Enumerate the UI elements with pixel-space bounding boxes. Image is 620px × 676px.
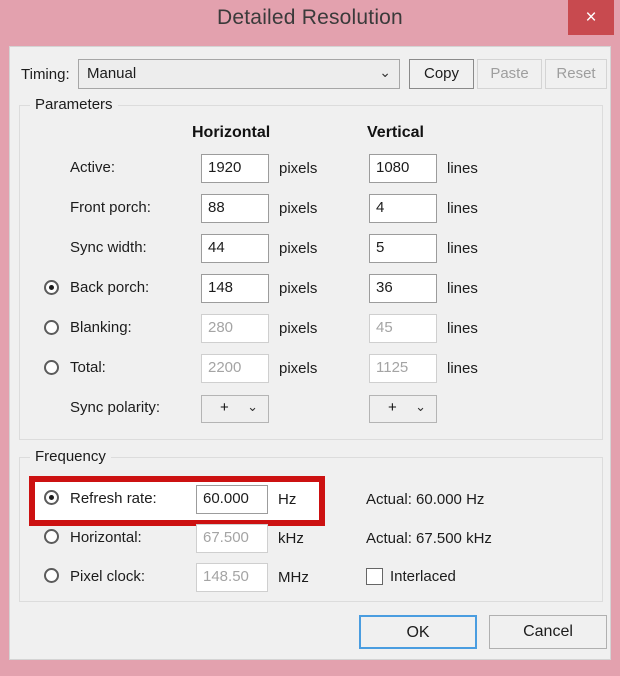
- dialog-body: Timing: Manual ⌄ Copy Paste Reset Parame…: [9, 46, 611, 660]
- chevron-down-icon: ⌄: [415, 399, 426, 414]
- parameter-row-sync-width: Sync width: 44 pixels 5 lines: [20, 231, 604, 271]
- frequency-group: Frequency Refresh rate: 60.000 Hz Actual…: [19, 448, 604, 602]
- horizontal-frequency-actual: Actual: 67.500 kHz: [366, 530, 492, 547]
- parameter-row-back-porch: Back porch: 148 pixels 36 lines: [20, 271, 604, 311]
- radio-pixel-clock[interactable]: [44, 568, 59, 583]
- parameter-row-front-porch: Front porch: 88 pixels 4 lines: [20, 191, 604, 231]
- copy-button[interactable]: Copy: [409, 59, 474, 89]
- frequency-legend: Frequency: [30, 448, 111, 465]
- row-label: Back porch:: [70, 279, 150, 296]
- pixel-clock-unit: MHz: [278, 569, 309, 586]
- unit-vertical: lines: [447, 360, 478, 377]
- chevron-down-icon: ⌄: [247, 399, 258, 414]
- unit-vertical: lines: [447, 200, 478, 217]
- refresh-rate-input[interactable]: 60.000: [196, 485, 268, 514]
- total-horizontal-input[interactable]: 2200: [201, 354, 269, 383]
- horizontal-frequency-unit: kHz: [278, 530, 304, 547]
- horizontal-frequency-input[interactable]: 67.500: [196, 524, 268, 553]
- active-vertical-input[interactable]: 1080: [369, 154, 437, 183]
- unit-vertical: lines: [447, 160, 478, 177]
- blanking-vertical-input[interactable]: 45: [369, 314, 437, 343]
- row-label: Total:: [70, 359, 106, 376]
- back-porch-vertical-input[interactable]: 36: [369, 274, 437, 303]
- back-porch-horizontal-input[interactable]: 148: [201, 274, 269, 303]
- parameter-row-total: Total: 2200 pixels 1125 lines: [20, 351, 604, 391]
- interlaced-checkbox[interactable]: [366, 568, 383, 585]
- row-label: Blanking:: [70, 319, 132, 336]
- radio-horizontal-frequency[interactable]: [44, 529, 59, 544]
- ok-button[interactable]: OK: [359, 615, 477, 649]
- row-label: Sync width:: [70, 239, 147, 256]
- column-header-vertical: Vertical: [367, 124, 424, 141]
- unit-horizontal: pixels: [279, 240, 318, 257]
- unit-horizontal: pixels: [279, 160, 318, 177]
- titlebar: Detailed Resolution ×: [0, 0, 620, 46]
- unit-horizontal: pixels: [279, 320, 318, 337]
- row-label: Active:: [70, 159, 116, 176]
- parameter-row-sync-polarity: Sync polarity: + ⌄ + ⌄: [20, 391, 604, 431]
- row-label: Front porch:: [70, 199, 151, 216]
- interlaced-label[interactable]: Interlaced: [390, 568, 456, 585]
- refresh-rate-unit: Hz: [278, 491, 297, 508]
- active-horizontal-input[interactable]: 1920: [201, 154, 269, 183]
- parameters-group: Parameters Horizontal Vertical Active: 1…: [19, 96, 604, 440]
- unit-horizontal: pixels: [279, 200, 318, 217]
- sync-polarity-horizontal-value: +: [220, 399, 229, 416]
- parameters-legend: Parameters: [30, 96, 118, 113]
- radio-refresh-rate[interactable]: [44, 490, 59, 505]
- sync-polarity-horizontal-dropdown[interactable]: + ⌄: [201, 395, 269, 423]
- parameter-row-active: Active: 1920 pixels 1080 lines: [20, 151, 604, 191]
- refresh-rate-actual: Actual: 60.000 Hz: [366, 491, 485, 508]
- radio-back-porch[interactable]: [44, 280, 59, 295]
- timing-dropdown[interactable]: Manual ⌄: [78, 59, 400, 89]
- front-porch-horizontal-input[interactable]: 88: [201, 194, 269, 223]
- total-vertical-input[interactable]: 1125: [369, 354, 437, 383]
- blanking-horizontal-input[interactable]: 280: [201, 314, 269, 343]
- reset-button[interactable]: Reset: [545, 59, 607, 89]
- frequency-row-pixel-clock: Pixel clock: 148.50 MHz Interlaced: [20, 559, 604, 599]
- timing-label: Timing:: [21, 66, 70, 83]
- front-porch-vertical-input[interactable]: 4: [369, 194, 437, 223]
- cancel-button[interactable]: Cancel: [489, 615, 607, 649]
- chevron-down-icon: ⌄: [379, 64, 391, 80]
- frequency-row-horizontal: Horizontal: 67.500 kHz Actual: 67.500 kH…: [20, 520, 604, 560]
- unit-vertical: lines: [447, 280, 478, 297]
- unit-vertical: lines: [447, 320, 478, 337]
- unit-horizontal: pixels: [279, 360, 318, 377]
- paste-button[interactable]: Paste: [477, 59, 542, 89]
- pixel-clock-input[interactable]: 148.50: [196, 563, 268, 592]
- row-label: Pixel clock:: [70, 568, 146, 585]
- close-icon: ×: [585, 7, 597, 28]
- unit-horizontal: pixels: [279, 280, 318, 297]
- detailed-resolution-dialog: Detailed Resolution × Timing: Manual ⌄ C…: [0, 0, 620, 676]
- window-title: Detailed Resolution: [217, 6, 403, 29]
- sync-width-vertical-input[interactable]: 5: [369, 234, 437, 263]
- radio-blanking[interactable]: [44, 320, 59, 335]
- row-label: Horizontal:: [70, 529, 142, 546]
- timing-row: Timing: Manual ⌄ Copy Paste Reset: [10, 59, 612, 91]
- timing-selected-value: Manual: [87, 65, 137, 82]
- row-label: Refresh rate:: [70, 490, 157, 507]
- frequency-row-refresh-rate: Refresh rate: 60.000 Hz Actual: 60.000 H…: [20, 481, 604, 521]
- close-button[interactable]: ×: [568, 0, 614, 35]
- sync-polarity-vertical-dropdown[interactable]: + ⌄: [369, 395, 437, 423]
- unit-vertical: lines: [447, 240, 478, 257]
- parameter-row-blanking: Blanking: 280 pixels 45 lines: [20, 311, 604, 351]
- sync-width-horizontal-input[interactable]: 44: [201, 234, 269, 263]
- radio-total[interactable]: [44, 360, 59, 375]
- column-header-horizontal: Horizontal: [192, 124, 271, 141]
- sync-polarity-vertical-value: +: [388, 399, 397, 416]
- row-label: Sync polarity:: [70, 399, 161, 416]
